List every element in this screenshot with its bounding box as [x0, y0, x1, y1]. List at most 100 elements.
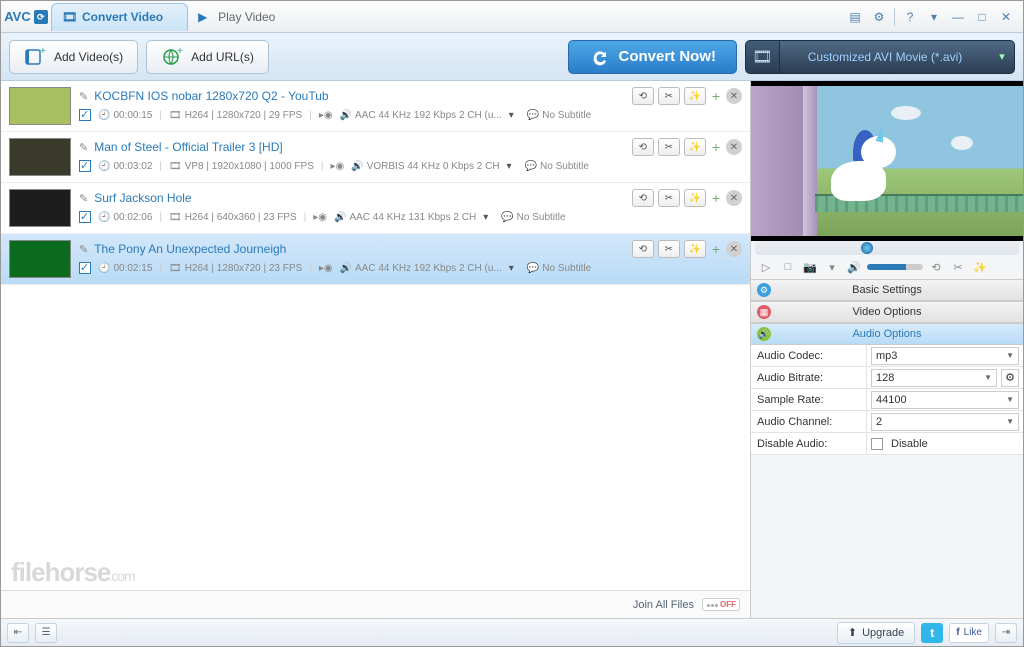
refresh-badge-icon: ⟳ — [34, 10, 48, 24]
edit-title-icon[interactable]: ✎ — [79, 192, 88, 205]
expand-icon[interactable]: ▸◉ — [331, 161, 345, 172]
join-all-files-label[interactable]: Join All Files — [633, 599, 694, 611]
convert-icon: 🎞 — [62, 10, 76, 24]
audio-dropdown[interactable]: ▾ — [509, 110, 514, 121]
video-info: 🎞H264 | 640x360 | 23 FPS — [169, 212, 297, 223]
add-urls-label: Add URL(s) — [191, 50, 254, 64]
remove-row-button[interactable]: ✕ — [726, 190, 742, 206]
remove-row-button[interactable]: ✕ — [726, 88, 742, 104]
repeat-button[interactable]: ⟲ — [632, 138, 654, 156]
effects-button[interactable]: ✨ — [684, 138, 706, 156]
expand-icon[interactable]: ▸◉ — [313, 212, 327, 223]
bitrate-gear-button[interactable]: ⚙ — [1001, 369, 1019, 387]
row-checkbox[interactable] — [79, 262, 91, 274]
video-title[interactable]: Man of Steel - Official Trailer 3 [HD] — [94, 140, 283, 154]
tab-play-label: Play Video — [218, 10, 275, 24]
audio-dropdown[interactable]: ▾ — [507, 161, 512, 172]
audio-options-header[interactable]: 🔊Audio Options — [751, 323, 1023, 345]
video-title[interactable]: The Pony An Unexpected Journeigh — [94, 242, 286, 256]
facebook-like-button[interactable]: fLike — [949, 623, 989, 643]
svg-text:+: + — [177, 46, 183, 57]
repeat-button[interactable]: ⟲ — [632, 240, 654, 258]
effects-button[interactable]: ✨ — [684, 87, 706, 105]
edit-title-icon[interactable]: ✎ — [79, 141, 88, 154]
trim-button[interactable]: ✂ — [658, 87, 680, 105]
video-row[interactable]: ✎ KOCBFN IOS nobar 1280x720 Q2 - YouTub … — [1, 81, 750, 132]
video-thumbnail[interactable] — [9, 189, 71, 227]
tab-play-video[interactable]: ▶ Play Video — [188, 3, 299, 31]
audio-channel-select[interactable]: 2▼ — [871, 413, 1019, 431]
repeat-button[interactable]: ⟲ — [632, 87, 654, 105]
upgrade-button[interactable]: ⬆Upgrade — [837, 622, 915, 644]
maximize-button[interactable]: □ — [973, 8, 991, 26]
trim-button[interactable]: ✂ — [658, 138, 680, 156]
video-preview[interactable] — [751, 81, 1023, 241]
row-checkbox[interactable] — [79, 109, 91, 121]
repeat-button[interactable]: ⟲ — [632, 189, 654, 207]
panel-list-toggle[interactable]: ☰ — [35, 623, 57, 643]
wand-icon[interactable]: ✨ — [971, 259, 989, 275]
add-segment-button[interactable]: + — [710, 190, 722, 206]
video-row[interactable]: ✎ Man of Steel - Official Trailer 3 [HD]… — [1, 132, 750, 183]
video-options-header[interactable]: ▦Video Options — [751, 301, 1023, 323]
video-thumbnail[interactable] — [9, 240, 71, 278]
close-button[interactable]: ✕ — [997, 8, 1015, 26]
video-title[interactable]: KOCBFN IOS nobar 1280x720 Q2 - YouTub — [94, 89, 328, 103]
join-toggle[interactable]: OFF — [702, 598, 740, 611]
video-info: 🎞H264 | 1280x720 | 23 FPS — [169, 263, 302, 274]
audio-bitrate-select[interactable]: 128▼ — [871, 369, 997, 387]
video-row[interactable]: ✎ Surf Jackson Hole ⟲ ✂ ✨ + ✕ 🕘00:02:06 … — [1, 183, 750, 234]
right-panel: ▷ □ 📷 ▾ 🔊 ⟲ ✂ ✨ ⚙Basic Settings ▦Video O… — [751, 81, 1023, 618]
settings-gear-icon[interactable]: ⚙ — [870, 8, 888, 26]
skin-button[interactable]: ▤ — [846, 8, 864, 26]
video-list: ✎ KOCBFN IOS nobar 1280x720 Q2 - YouTub … — [1, 81, 751, 618]
add-segment-button[interactable]: + — [710, 241, 722, 257]
subtitle-icon: 💬 — [501, 212, 513, 223]
twitter-button[interactable]: t — [921, 623, 943, 643]
edit-title-icon[interactable]: ✎ — [79, 90, 88, 103]
disable-audio-checkbox[interactable] — [871, 438, 883, 450]
panel-left-toggle[interactable]: ⇤ — [7, 623, 29, 643]
stop-button[interactable]: □ — [779, 259, 797, 275]
volume-icon[interactable]: 🔊 — [845, 259, 863, 275]
minimize-button[interactable]: — — [949, 8, 967, 26]
add-segment-button[interactable]: + — [710, 88, 722, 104]
row-checkbox[interactable] — [79, 160, 91, 172]
rotate-icon[interactable]: ⟲ — [927, 259, 945, 275]
audio-dropdown[interactable]: ▾ — [509, 263, 514, 274]
row-checkbox[interactable] — [79, 211, 91, 223]
snapshot-button[interactable]: 📷 — [801, 259, 819, 275]
add-videos-button[interactable]: + Add Video(s) — [9, 40, 138, 74]
help-button[interactable]: ? — [901, 8, 919, 26]
output-profile-selector[interactable]: 🎞 Customized AVI Movie (*.avi) ▾ — [745, 40, 1015, 74]
trim-button[interactable]: ✂ — [658, 240, 680, 258]
trim-button[interactable]: ✂ — [658, 189, 680, 207]
video-title[interactable]: Surf Jackson Hole — [94, 191, 191, 205]
remove-row-button[interactable]: ✕ — [726, 241, 742, 257]
convert-now-button[interactable]: Convert Now! — [568, 40, 738, 74]
audio-codec-select[interactable]: mp3▼ — [871, 347, 1019, 365]
remove-row-button[interactable]: ✕ — [726, 139, 742, 155]
subtitle-info: 💬No Subtitle — [525, 161, 589, 172]
seek-bar[interactable] — [755, 241, 1019, 255]
edit-title-icon[interactable]: ✎ — [79, 243, 88, 256]
chevron-down-icon[interactable]: ▾ — [823, 259, 841, 275]
panel-right-toggle[interactable]: ⇥ — [995, 623, 1017, 643]
video-thumbnail[interactable] — [9, 87, 71, 125]
video-row[interactable]: ✎ The Pony An Unexpected Journeigh ⟲ ✂ ✨… — [1, 234, 750, 285]
expand-icon[interactable]: ▸◉ — [319, 263, 333, 274]
audio-dropdown[interactable]: ▾ — [483, 212, 488, 223]
effects-button[interactable]: ✨ — [684, 189, 706, 207]
sample-rate-select[interactable]: 44100▼ — [871, 391, 1019, 409]
add-urls-button[interactable]: + Add URL(s) — [146, 40, 269, 74]
tab-convert-video[interactable]: 🎞 Convert Video — [51, 3, 188, 31]
play-button[interactable]: ▷ — [757, 259, 775, 275]
volume-slider[interactable] — [867, 264, 923, 270]
effects-button[interactable]: ✨ — [684, 240, 706, 258]
add-segment-button[interactable]: + — [710, 139, 722, 155]
cut-icon[interactable]: ✂ — [949, 259, 967, 275]
menu-button[interactable]: ▾ — [925, 8, 943, 26]
basic-settings-header[interactable]: ⚙Basic Settings — [751, 279, 1023, 301]
expand-icon[interactable]: ▸◉ — [319, 110, 333, 121]
video-thumbnail[interactable] — [9, 138, 71, 176]
